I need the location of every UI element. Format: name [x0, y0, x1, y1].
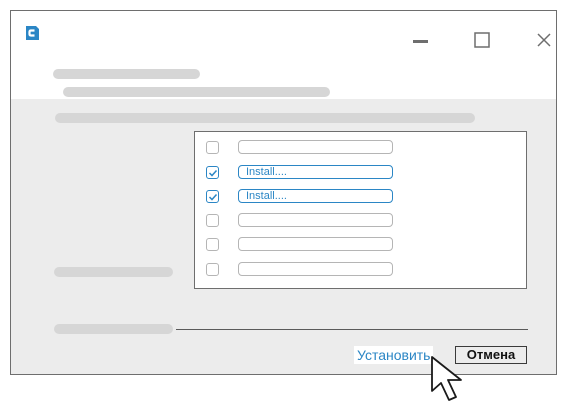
installer-window: Install.... Install.... Установить Отмен…	[10, 10, 557, 375]
checkmark-icon	[208, 169, 218, 177]
app-logo-icon	[26, 26, 39, 40]
mouse-pointer-icon	[431, 356, 462, 401]
component-name-field[interactable]: Install....	[238, 189, 393, 203]
checkmark-icon	[208, 193, 218, 201]
list-item	[195, 210, 526, 230]
footer-divider	[176, 329, 528, 330]
title-bar	[11, 11, 556, 71]
list-item	[195, 259, 526, 279]
component-name-field[interactable]	[238, 262, 393, 276]
component-checkbox[interactable]	[206, 190, 219, 203]
list-item: Install....	[195, 186, 526, 206]
close-icon[interactable]	[535, 31, 555, 51]
component-list: Install.... Install....	[194, 131, 527, 289]
label-placeholder-line	[54, 267, 173, 277]
component-checkbox[interactable]	[206, 166, 219, 179]
component-name-field[interactable]	[238, 237, 393, 251]
minimize-icon[interactable]	[411, 31, 431, 51]
header-placeholder-line	[53, 69, 200, 79]
list-item	[195, 137, 526, 157]
component-checkbox[interactable]	[206, 214, 219, 227]
component-name-field[interactable]	[238, 213, 393, 227]
component-name-field[interactable]	[238, 140, 393, 154]
list-item: Install....	[195, 162, 526, 182]
component-checkbox[interactable]	[206, 263, 219, 276]
component-checkbox[interactable]	[206, 141, 219, 154]
component-name-field[interactable]: Install....	[238, 165, 393, 179]
header-placeholder-line	[63, 87, 330, 97]
install-button[interactable]: Установить	[354, 346, 434, 364]
maximize-icon[interactable]	[473, 31, 493, 51]
component-checkbox[interactable]	[206, 238, 219, 251]
list-item	[195, 234, 526, 254]
description-placeholder-line	[55, 113, 475, 123]
label-placeholder-line	[54, 324, 173, 334]
